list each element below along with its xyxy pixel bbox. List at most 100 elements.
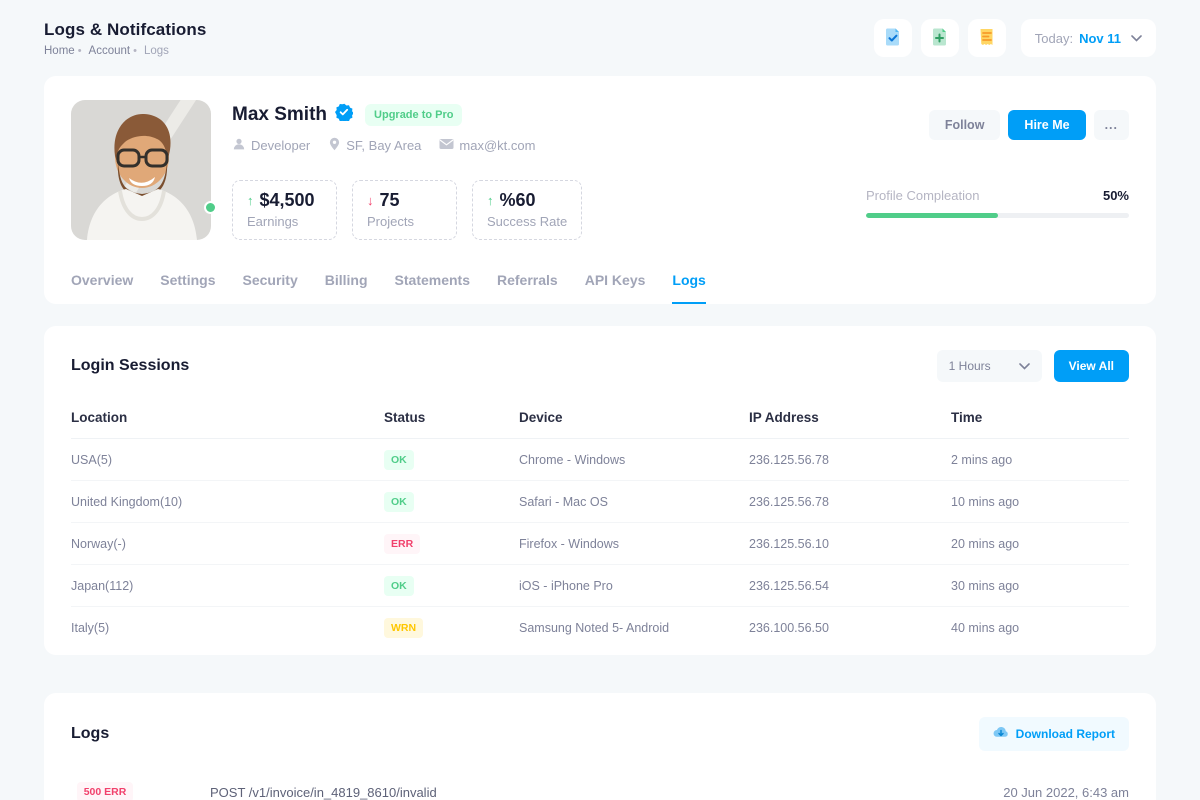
pin-icon [328, 137, 341, 154]
profile-info: Max Smith Upgrade to Pro DeveloperSF, Ba… [232, 100, 866, 240]
online-status-dot [204, 201, 217, 214]
upgrade-to-pro-badge[interactable]: Upgrade to Pro [365, 104, 462, 126]
status-badge: OK [384, 576, 414, 596]
topbar-actions: Today: Nov 11 [874, 19, 1156, 57]
log-code: 500 ERR [71, 782, 139, 800]
file-check-icon [882, 26, 904, 51]
file-lines-button[interactable] [968, 19, 1006, 57]
tab-security[interactable]: Security [243, 272, 298, 304]
logs-title: Logs [71, 725, 109, 743]
cell-location: Italy(5) [71, 621, 384, 635]
breadcrumb-item-home[interactable]: Home [44, 45, 75, 57]
profile-meta-sf-bay-area: SF, Bay Area [328, 137, 421, 154]
download-report-button[interactable]: Download Report [979, 717, 1129, 751]
login-sessions-card: Login Sessions 1 Hours View All Location… [44, 326, 1156, 655]
profile-stats: ↑ $4,500 Earnings ↓75 Projects ↑ %60 Success Ra… [232, 180, 866, 240]
column-header-device: Device [519, 410, 749, 425]
topbar: Logs & Notifcations Home•Account•Logs To [44, 0, 1156, 76]
sessions-title: Login Sessions [71, 357, 189, 375]
status-badge: ERR [384, 534, 420, 554]
profile-name: Max Smith [232, 104, 327, 126]
hours-filter-value: 1 Hours [949, 359, 991, 373]
avatar [71, 100, 211, 240]
breadcrumb-separator: • [78, 45, 82, 57]
table-row: Japan(112)OKiOS - iPhone Pro236.125.56.5… [71, 565, 1129, 607]
profile-meta-label: SF, Bay Area [346, 138, 421, 153]
stat-label: Success Rate [487, 214, 567, 229]
cell-location: USA(5) [71, 453, 384, 467]
log-code-badge: 500 ERR [77, 782, 134, 800]
cell-device: Firefox - Windows [519, 537, 749, 551]
cloud-download-icon [993, 726, 1009, 742]
progress-bar [866, 213, 1129, 218]
tab-api-keys[interactable]: API Keys [585, 272, 646, 304]
breadcrumb-item-account[interactable]: Account [89, 45, 131, 57]
date-picker-prefix: Today: [1035, 31, 1073, 46]
table-header-row: LocationStatusDeviceIP AddressTime [71, 400, 1129, 439]
file-plus-icon [929, 26, 951, 51]
cell-status: WRN [384, 618, 519, 638]
completion-percent: 50% [1103, 188, 1129, 203]
cell-time: 20 mins ago [951, 537, 1129, 551]
progress-bar-fill [866, 213, 998, 218]
table-row: Italy(5)WRNSamsung Noted 5- Android236.1… [71, 607, 1129, 649]
arrow-up-icon: ↑ [247, 193, 254, 208]
cell-device: iOS - iPhone Pro [519, 579, 749, 593]
view-all-button[interactable]: View All [1054, 350, 1129, 382]
tab-billing[interactable]: Billing [325, 272, 368, 304]
cell-device: Samsung Noted 5- Android [519, 621, 749, 635]
tab-settings[interactable]: Settings [160, 272, 215, 304]
cell-status: OK [384, 492, 519, 512]
date-picker-value: Nov 11 [1079, 31, 1121, 46]
file-plus-button[interactable] [921, 19, 959, 57]
page: Logs & Notifcations Home•Account•Logs To [0, 0, 1200, 800]
profile-completion: Profile Compleation 50% [866, 188, 1129, 218]
hours-filter-select[interactable]: 1 Hours [937, 350, 1042, 382]
column-header-location: Location [71, 410, 384, 425]
log-date: 20 Jun 2022, 6:43 am [1003, 785, 1129, 800]
arrow-up-icon: ↑ [487, 193, 494, 208]
profile-meta-max-kt-com: max@kt.com [439, 137, 535, 154]
stat-tile-earnings: ↑ $4,500 Earnings [232, 180, 337, 240]
more-options-button[interactable]: ... [1094, 110, 1129, 140]
column-header-ip-address: IP Address [749, 410, 951, 425]
completion-label: Profile Compleation [866, 188, 979, 203]
stat-label: Projects [367, 214, 442, 229]
stat-label: Earnings [247, 214, 322, 229]
tab-statements[interactable]: Statements [395, 272, 470, 304]
profile-right: Follow Hire Me ... Profile Compleation 5… [866, 100, 1129, 240]
follow-button[interactable]: Follow [929, 110, 1001, 140]
stat-value: $4,500 [260, 190, 315, 211]
cell-location: Norway(-) [71, 537, 384, 551]
file-check-button[interactable] [874, 19, 912, 57]
profile-card: Max Smith Upgrade to Pro DeveloperSF, Ba… [44, 76, 1156, 304]
breadcrumb: Home•Account•Logs [44, 45, 206, 57]
sessions-table: LocationStatusDeviceIP AddressTime USA(5… [71, 400, 1129, 649]
table-row: USA(5)OKChrome - Windows236.125.56.782 m… [71, 439, 1129, 481]
hire-me-button[interactable]: Hire Me [1008, 110, 1085, 140]
stat-value-row: ↑ %60 [487, 190, 567, 211]
cell-status: ERR [384, 534, 519, 554]
tab-referrals[interactable]: Referrals [497, 272, 558, 304]
breadcrumb-separator: • [133, 45, 137, 57]
stat-value: %60 [500, 190, 536, 211]
cell-ip-address: 236.125.56.78 [749, 495, 951, 509]
verified-badge-icon [335, 103, 353, 126]
cell-ip-address: 236.125.56.78 [749, 453, 951, 467]
cell-location: Japan(112) [71, 579, 384, 593]
cell-time: 10 mins ago [951, 495, 1129, 509]
cell-status: OK [384, 576, 519, 596]
date-picker[interactable]: Today: Nov 11 [1021, 19, 1156, 57]
stat-tile-projects: ↓75 Projects [352, 180, 457, 240]
log-path: POST /v1/invoice/in_4819_8610/invalid [210, 785, 1003, 800]
cell-device: Chrome - Windows [519, 453, 749, 467]
breadcrumb-item-logs[interactable]: Logs [144, 45, 169, 57]
chevron-down-icon [1131, 29, 1142, 47]
tab-logs[interactable]: Logs [672, 272, 705, 304]
column-header-time: Time [951, 410, 1129, 425]
stat-value-row: ↓75 [367, 190, 442, 211]
tab-overview[interactable]: Overview [71, 272, 133, 304]
table-row: United Kingdom(10)OKSafari - Mac OS236.1… [71, 481, 1129, 523]
chevron-down-icon [1019, 359, 1030, 373]
topbar-left: Logs & Notifcations Home•Account•Logs [44, 20, 206, 57]
